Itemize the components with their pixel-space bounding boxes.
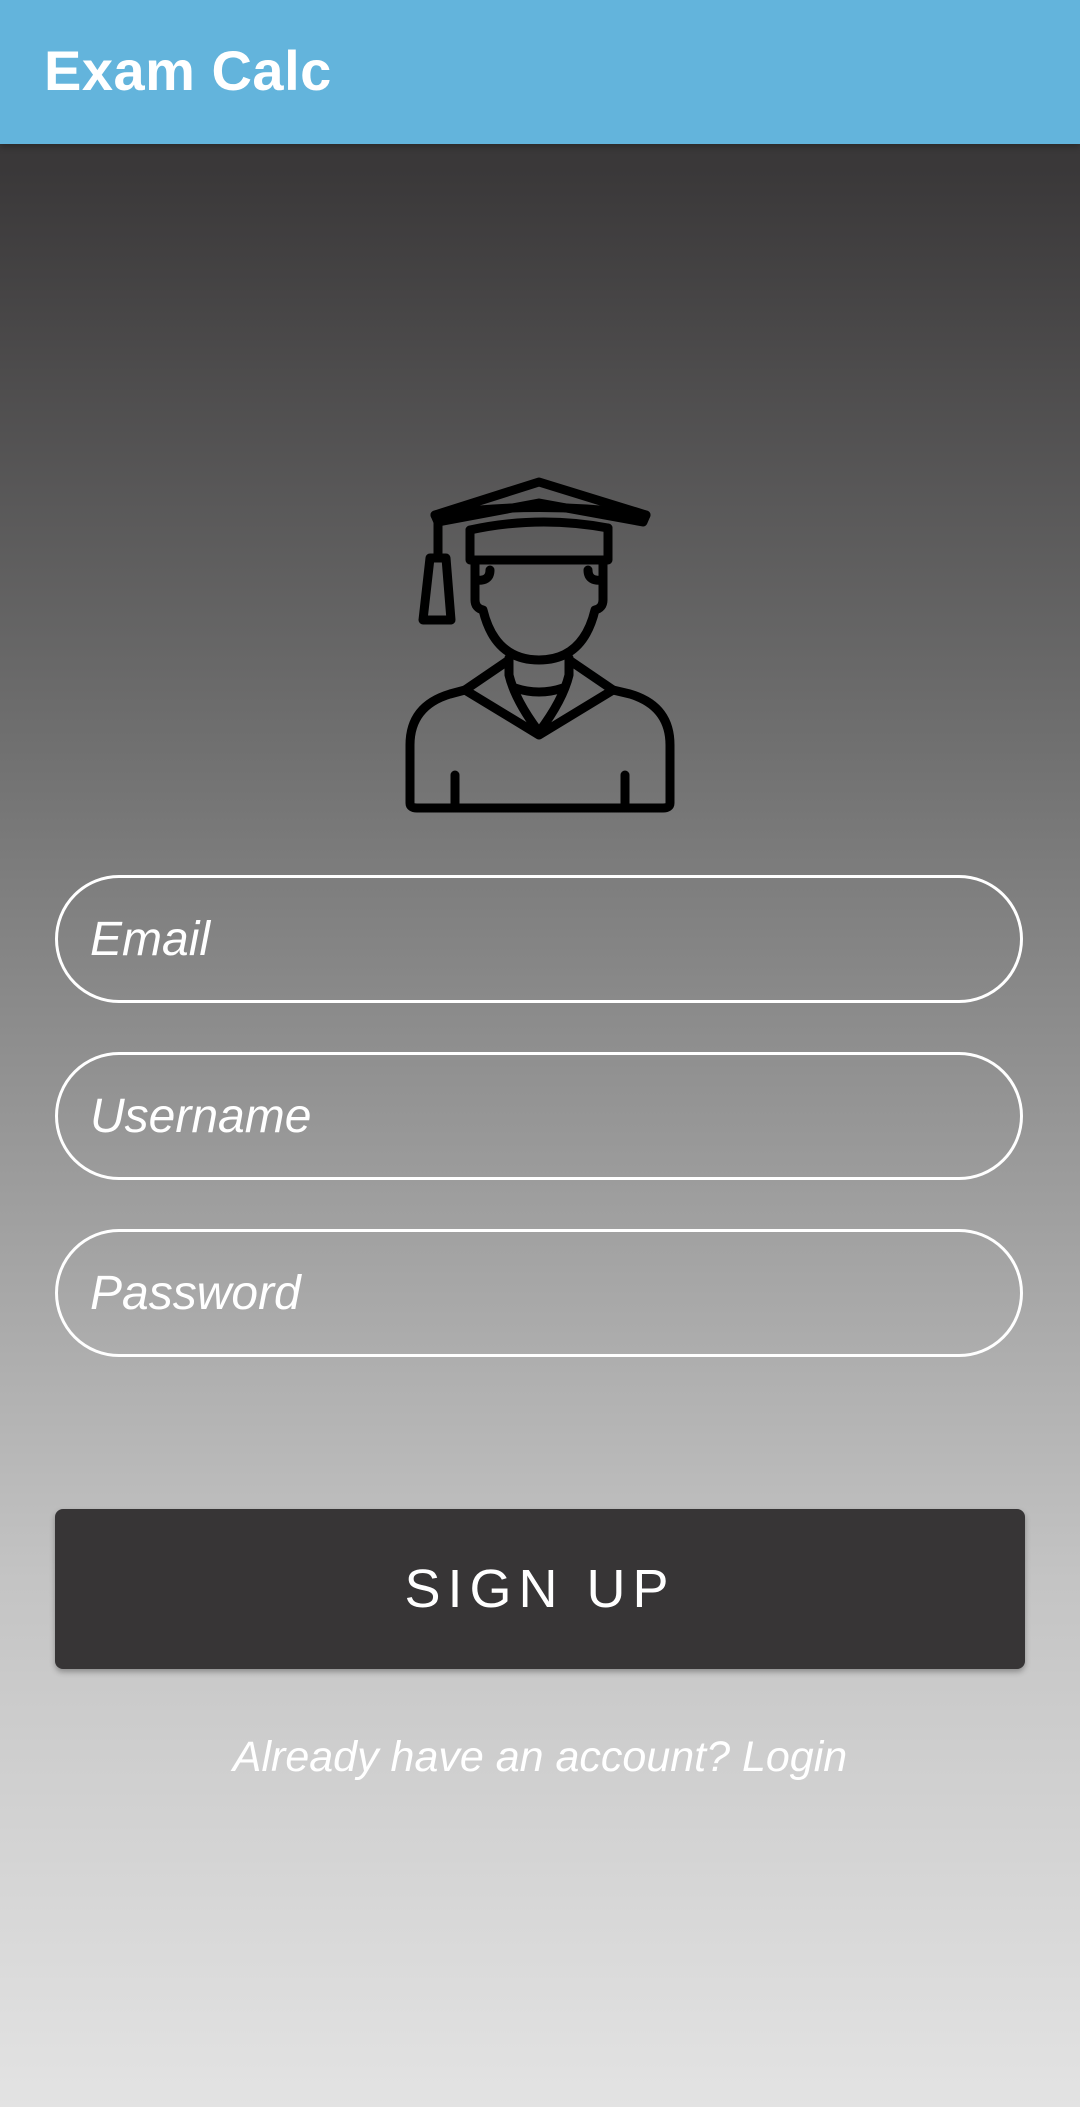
app-bar: Exam Calc	[0, 0, 1080, 144]
signup-button-label: SIGN UP	[404, 1559, 676, 1619]
email-input[interactable]	[58, 878, 1020, 1000]
username-input[interactable]	[58, 1055, 1020, 1177]
signup-screen: Exam Calc SIGN UP Already have an a	[0, 0, 1080, 2107]
app-title: Exam Calc	[44, 39, 332, 102]
password-input[interactable]	[58, 1232, 1020, 1354]
username-field[interactable]	[55, 1052, 1023, 1180]
signup-button[interactable]: SIGN UP	[55, 1509, 1025, 1669]
email-field[interactable]	[55, 875, 1023, 1003]
graduate-student-icon	[405, 477, 675, 813]
password-field[interactable]	[55, 1229, 1023, 1357]
login-link[interactable]: Already have an account? Login	[0, 1733, 1080, 1782]
